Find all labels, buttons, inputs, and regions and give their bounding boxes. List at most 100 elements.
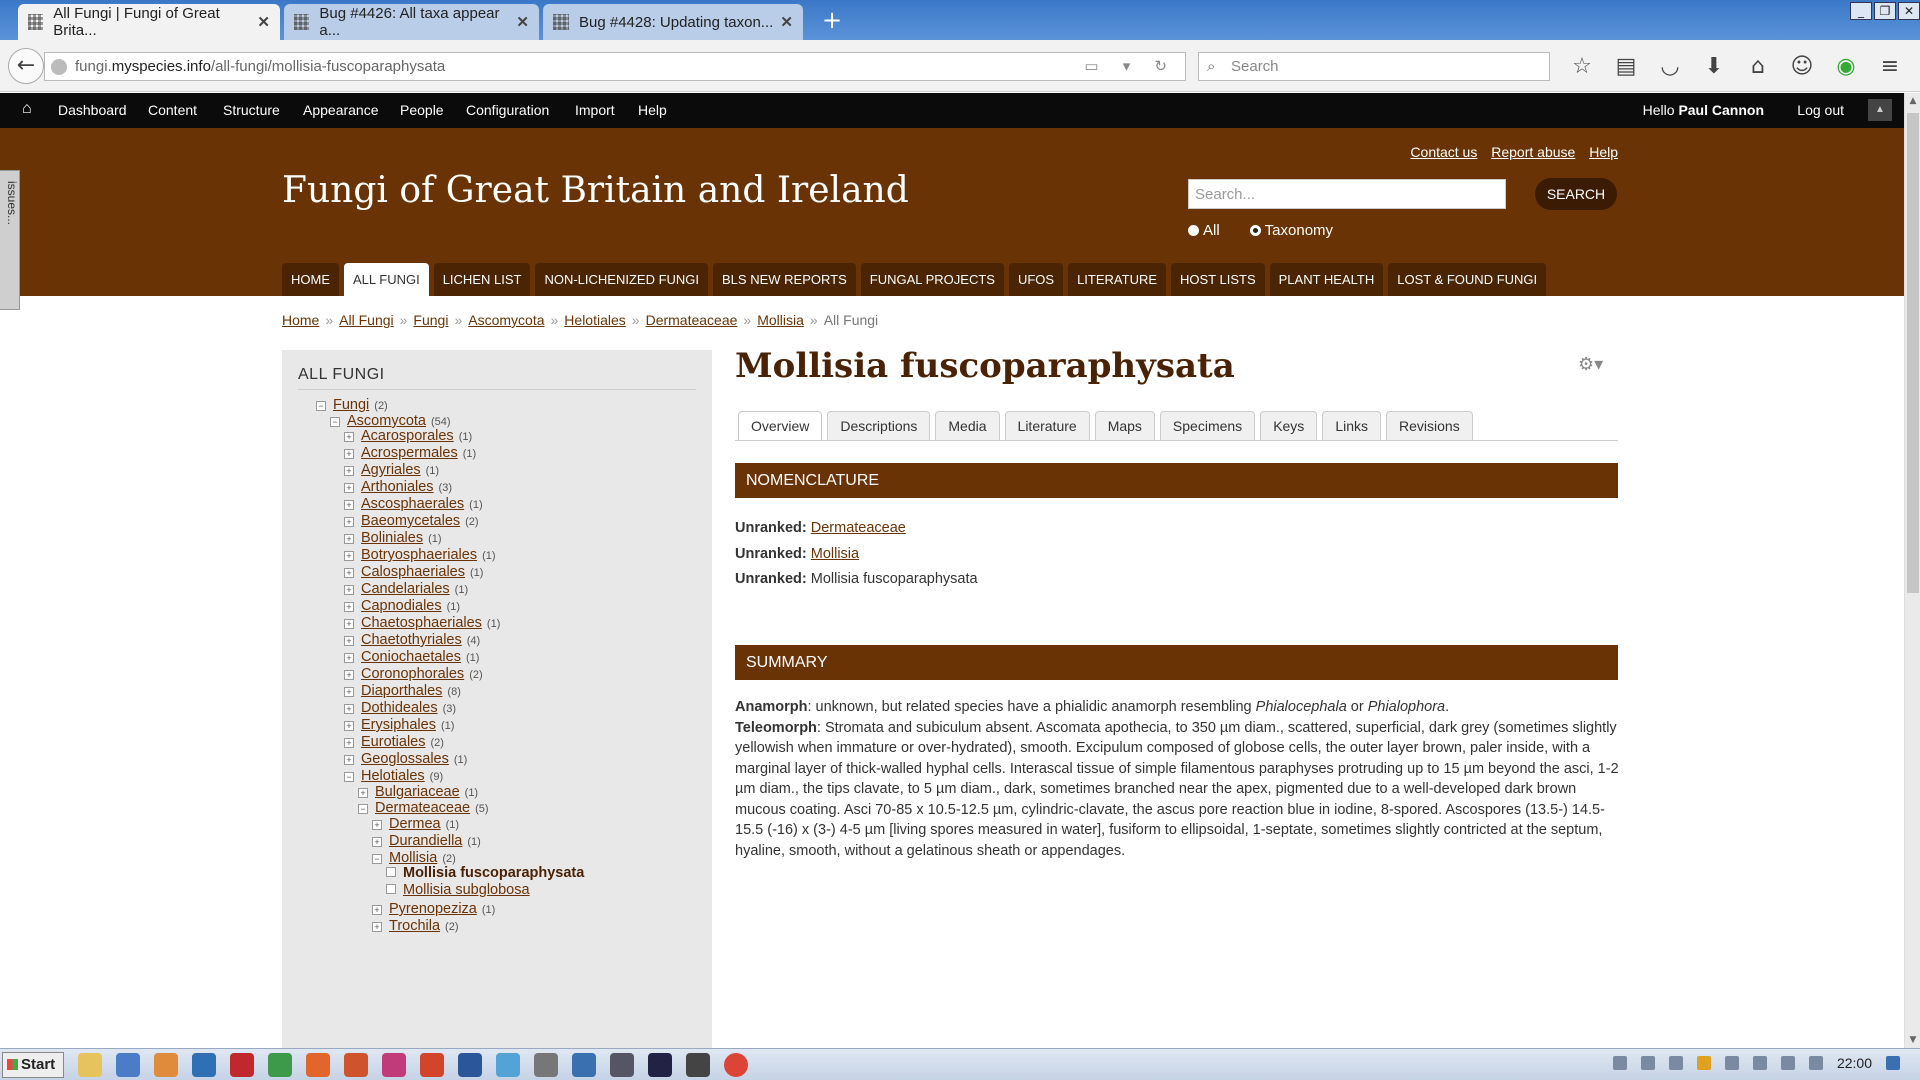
- tree-item-link[interactable]: Fungi: [333, 397, 369, 413]
- expand-icon[interactable]: +: [344, 653, 354, 663]
- admin-help[interactable]: Help: [638, 102, 667, 118]
- tab-revisions[interactable]: Revisions: [1386, 411, 1473, 441]
- menu-icon[interactable]: ≡: [1868, 52, 1912, 81]
- globe-app-icon[interactable]: [572, 1053, 596, 1077]
- scroll-up-icon[interactable]: ▲: [1905, 93, 1920, 109]
- browser-tab-all-fungi[interactable]: All Fungi | Fungi of Great Brita... ✕: [18, 4, 280, 40]
- breadcrumb-all-fungi[interactable]: All Fungi: [339, 312, 393, 328]
- site-search-input[interactable]: Search...: [1188, 179, 1506, 209]
- gear-icon[interactable]: ⚙▾: [1578, 354, 1603, 375]
- nav-ufos[interactable]: UFOS: [1008, 263, 1064, 296]
- home-icon[interactable]: ⌂: [1736, 52, 1780, 81]
- collapse-icon[interactable]: −: [344, 772, 354, 782]
- tree-item-link[interactable]: Durandiella: [389, 833, 462, 849]
- expand-icon[interactable]: +: [344, 602, 354, 612]
- close-tab-icon[interactable]: ✕: [780, 13, 793, 31]
- collapse-icon[interactable]: −: [316, 401, 326, 411]
- expand-icon[interactable]: +: [372, 922, 382, 932]
- expand-icon[interactable]: +: [344, 670, 354, 680]
- breadcrumb-fungi[interactable]: Fungi: [413, 312, 448, 328]
- scroll-down-icon[interactable]: ▼: [1905, 1032, 1920, 1048]
- new-tab-icon[interactable]: +: [818, 6, 846, 34]
- browser-tab-bug-4428[interactable]: Bug #4428: Updating taxon... ✕: [543, 4, 803, 40]
- admin-dashboard[interactable]: Dashboard: [58, 102, 127, 118]
- tree-item-link[interactable]: Eurotiales: [361, 734, 425, 750]
- expand-icon[interactable]: +: [344, 432, 354, 442]
- tree-item-link[interactable]: Botryosphaeriales: [361, 547, 477, 563]
- expand-icon[interactable]: +: [358, 788, 368, 798]
- collapse-icon[interactable]: −: [330, 417, 340, 427]
- tree-item-link[interactable]: Agyriales: [361, 462, 421, 478]
- expand-icon[interactable]: +: [344, 585, 354, 595]
- tree-item-link[interactable]: Geoglossales: [361, 751, 449, 767]
- expand-icon[interactable]: +: [344, 721, 354, 731]
- tree-item-link[interactable]: Dermea: [389, 816, 441, 832]
- show-desktop-icon[interactable]: [1886, 1056, 1900, 1070]
- tree-item-link[interactable]: Ascosphaerales: [361, 496, 464, 512]
- tree-item-link[interactable]: Chaetosphaeriales: [361, 615, 482, 631]
- firefox-app-icon[interactable]: [306, 1053, 330, 1077]
- nav-host-lists[interactable]: HOST LISTS: [1171, 263, 1265, 296]
- close-window-icon[interactable]: ✕: [1898, 2, 1920, 20]
- home-icon[interactable]: ⌂: [22, 100, 32, 118]
- app-icon[interactable]: [648, 1053, 672, 1077]
- issues-side-tab[interactable]: issues...: [0, 170, 20, 310]
- tree-item-link[interactable]: Dermateaceae: [375, 800, 470, 816]
- minimize-icon[interactable]: _: [1850, 2, 1872, 20]
- breadcrumb-helotiales[interactable]: Helotiales: [564, 312, 625, 328]
- expand-icon[interactable]: +: [344, 568, 354, 578]
- admin-structure[interactable]: Structure: [223, 102, 280, 118]
- radio-taxonomy-circle[interactable]: [1249, 225, 1261, 236]
- nav-lichen-list[interactable]: LICHEN LIST: [433, 263, 531, 296]
- expand-icon[interactable]: +: [344, 551, 354, 561]
- tab-descriptions[interactable]: Descriptions: [827, 411, 931, 441]
- app-icon[interactable]: [610, 1053, 634, 1077]
- tree-item-link[interactable]: Pyrenopeziza: [389, 901, 477, 917]
- pocket-icon[interactable]: ◡: [1648, 52, 1692, 81]
- app-icon[interactable]: [382, 1053, 406, 1077]
- word-app-icon[interactable]: [458, 1053, 482, 1077]
- toolbar-collapse-icon[interactable]: ▲: [1868, 99, 1892, 121]
- app-icon[interactable]: [344, 1053, 368, 1077]
- flag-icon[interactable]: [1724, 1056, 1739, 1070]
- restore-icon[interactable]: ❐: [1874, 2, 1896, 20]
- tab-links[interactable]: Links: [1322, 411, 1381, 441]
- tree-item-link[interactable]: Arthoniales: [361, 479, 434, 495]
- expand-icon[interactable]: +: [344, 517, 354, 527]
- logout-link[interactable]: Log out: [1797, 102, 1844, 118]
- tray-icon[interactable]: [1640, 1056, 1655, 1070]
- nav-all-fungi[interactable]: ALL FUNGI: [344, 263, 429, 296]
- tree-item-link[interactable]: Diaporthales: [361, 683, 442, 699]
- nav-fungal-projects[interactable]: FUNGAL PROJECTS: [860, 263, 1004, 296]
- extension-icon[interactable]: ◉: [1824, 52, 1868, 81]
- tree-item-link[interactable]: Boliniales: [361, 530, 423, 546]
- breadcrumb-dermateaceae[interactable]: Dermateaceae: [646, 312, 738, 328]
- acrobat-app-icon[interactable]: [230, 1053, 254, 1077]
- breadcrumb-ascomycota[interactable]: Ascomycota: [468, 312, 544, 328]
- expand-icon[interactable]: +: [372, 837, 382, 847]
- expand-icon[interactable]: +: [344, 466, 354, 476]
- expand-icon[interactable]: +: [344, 534, 354, 544]
- collapse-icon[interactable]: −: [372, 854, 382, 864]
- tab-maps[interactable]: Maps: [1094, 411, 1155, 441]
- app-icon[interactable]: [496, 1053, 520, 1077]
- tree-item-link[interactable]: Candelariales: [361, 581, 450, 597]
- volume-icon[interactable]: [1808, 1056, 1823, 1070]
- breadcrumb-mollisia[interactable]: Mollisia: [757, 312, 804, 328]
- admin-content[interactable]: Content: [148, 102, 197, 118]
- mail-app-icon[interactable]: [116, 1053, 140, 1077]
- tree-item-link[interactable]: Coronophorales: [361, 666, 464, 682]
- expand-icon[interactable]: +: [344, 738, 354, 748]
- network-icon[interactable]: [1780, 1056, 1795, 1070]
- expand-icon[interactable]: +: [372, 820, 382, 830]
- close-tab-icon[interactable]: ✕: [257, 13, 270, 31]
- admin-appearance[interactable]: Appearance: [303, 102, 379, 118]
- expand-icon[interactable]: +: [344, 619, 354, 629]
- tree-item-link[interactable]: Calosphaeriales: [361, 564, 465, 580]
- browser-search-input[interactable]: ⌕ Search: [1198, 52, 1550, 81]
- expand-icon[interactable]: +: [344, 449, 354, 459]
- nav-bls-new-reports[interactable]: BLS NEW REPORTS: [713, 263, 856, 296]
- powerpoint-app-icon[interactable]: [420, 1053, 444, 1077]
- collapse-icon[interactable]: −: [358, 804, 368, 814]
- battery-icon[interactable]: [1752, 1056, 1767, 1070]
